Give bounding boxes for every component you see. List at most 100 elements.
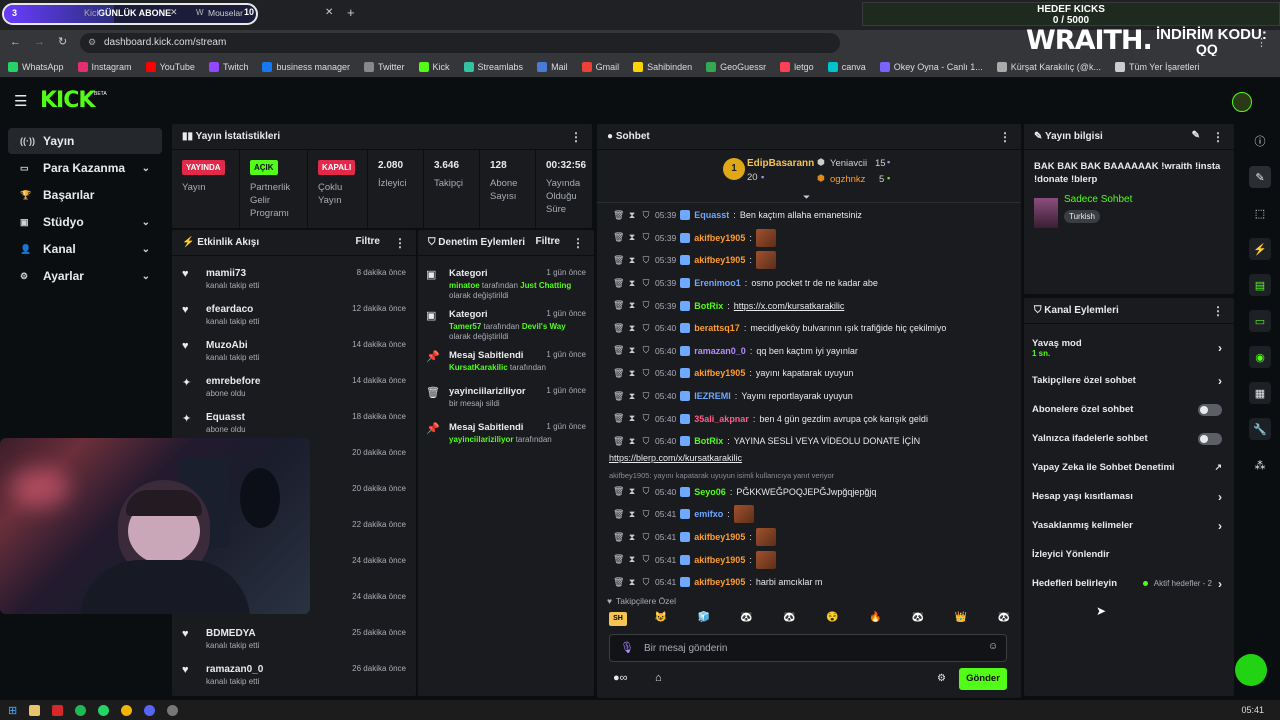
timeout-icon[interactable]: ⧗: [627, 486, 637, 497]
delete-icon[interactable]: 🗑: [613, 300, 624, 311]
chat-username[interactable]: Equasst: [694, 210, 729, 220]
timeout-icon[interactable]: ⧗: [627, 255, 637, 266]
delete-icon[interactable]: 🗑: [613, 509, 624, 520]
timeout-icon[interactable]: ⧗: [627, 436, 637, 447]
emote-button[interactable]: SH: [609, 612, 627, 626]
moderation-target[interactable]: Just Chatting: [520, 281, 571, 290]
emote-button[interactable]: 👑: [952, 612, 970, 626]
emote-button[interactable]: 🐼: [781, 612, 799, 626]
activity-item[interactable]: ♥ BDMEDYA kanalı takip etti 25 dakika önce: [172, 624, 416, 660]
timeout-icon[interactable]: ⧗: [627, 278, 637, 289]
chat-message[interactable]: 🗑 ⧗ ⛉ 05:39 akifbey1905:: [597, 227, 1021, 250]
crop-icon[interactable]: ⬚: [1249, 202, 1271, 224]
bookmark-item[interactable]: Streamlabs: [463, 61, 523, 72]
timeout-icon[interactable]: ⧗: [627, 532, 637, 543]
channel-action-row[interactable]: Yapay Zeka ile Sohbet Denetimi ↗: [1024, 453, 1234, 482]
channel-actions-menu-icon[interactable]: ⋮: [1212, 304, 1224, 318]
edit-icon[interactable]: ✎: [1249, 166, 1271, 188]
activity-menu-icon[interactable]: ⋮: [394, 236, 406, 250]
timeout-icon[interactable]: ⧗: [627, 509, 637, 520]
chevron-right-icon[interactable]: ›: [1218, 490, 1222, 504]
stream-info-menu-icon[interactable]: ⋮: [1212, 130, 1224, 144]
url-field[interactable]: ⚙ dashboard.kick.com/stream: [80, 33, 840, 53]
sidebar-item-2[interactable]: 🏆 Başarılar: [8, 182, 162, 208]
activity-item[interactable]: ♥ ramazan0_0 kanalı takip etti 26 dakika ön…: [172, 660, 416, 696]
emote-button[interactable]: 😺: [652, 612, 670, 626]
document-icon[interactable]: ▤: [1249, 274, 1271, 296]
ban-icon[interactable]: ⛉: [641, 210, 651, 221]
emote-button[interactable]: 🐼: [909, 612, 927, 626]
toggle-switch[interactable]: [1198, 403, 1222, 416]
group-icon[interactable]: ⁂: [1249, 454, 1271, 476]
emote-button[interactable]: 🐼: [995, 612, 1013, 626]
leader-1-name[interactable]: EdipBasarann: [747, 158, 814, 169]
bookmark-item[interactable]: canva: [827, 61, 866, 72]
store-icon[interactable]: ⌂: [655, 672, 662, 684]
leader-2-name[interactable]: Yeniavcii: [830, 158, 867, 169]
points-icon[interactable]: ●∞: [613, 672, 628, 684]
send-button[interactable]: Gönder: [959, 668, 1007, 690]
activity-filter-button[interactable]: Filtre: [356, 236, 380, 250]
chat-username[interactable]: akifbey1905: [694, 255, 745, 265]
moderation-item[interactable]: 🗑 yayinciilariziliyor 1 gün önce bir mesajı…: [418, 382, 594, 418]
close-icon[interactable]: ✕: [325, 7, 333, 18]
bookmark-item[interactable]: Tüm Yer İşaretleri: [1114, 61, 1199, 72]
chat-username[interactable]: berattsq17: [694, 323, 740, 333]
category-link[interactable]: Sadece Sohbet: [1064, 194, 1132, 205]
delete-icon[interactable]: 🗑: [613, 232, 624, 243]
chat-message[interactable]: 🗑 ⧗ ⛉ 05:41 emifxo:: [597, 503, 1021, 526]
ban-icon[interactable]: ⛉: [641, 255, 651, 266]
bookmark-item[interactable]: Kick: [418, 61, 450, 72]
delete-icon[interactable]: 🗑: [613, 577, 624, 588]
moderation-actor[interactable]: yayinciilariziliyor: [449, 435, 513, 444]
timeout-icon[interactable]: ⧗: [627, 577, 637, 588]
moderation-actor[interactable]: minatoe: [449, 281, 480, 290]
bookmark-item[interactable]: Mail: [537, 61, 568, 72]
chat-message[interactable]: 🗑 ⧗ ⛉ 05:41 akifbey1905: harbi amcıklar m: [597, 571, 1021, 594]
ban-icon[interactable]: ⛉: [641, 345, 651, 356]
bookmark-item[interactable]: Kürşat Karakılıç (@k...: [996, 61, 1101, 72]
ban-icon[interactable]: ⛉: [641, 577, 651, 588]
chat-username[interactable]: 35ali_akpnar: [694, 414, 749, 424]
folder-icon[interactable]: [29, 704, 41, 716]
chevron-right-icon[interactable]: ›: [1218, 341, 1222, 355]
delete-icon[interactable]: 🗑: [613, 278, 624, 289]
emoji-icon[interactable]: ☺: [988, 641, 998, 652]
chat-username[interactable]: akifbey1905: [694, 577, 745, 587]
chat-username[interactable]: emifxo: [694, 509, 723, 519]
wrench-icon[interactable]: 🔧: [1249, 418, 1271, 440]
tab-kick-label[interactable]: Kick: [84, 8, 101, 18]
ban-icon[interactable]: ⛉: [641, 532, 651, 543]
channel-action-row[interactable]: Takipçilere özel sohbet ›: [1024, 366, 1234, 395]
language-tag[interactable]: Turkish: [1064, 210, 1100, 223]
channel-action-row[interactable]: İzleyici Yönlendir: [1024, 540, 1234, 569]
external-link-icon[interactable]: ↗: [1214, 462, 1222, 473]
timeout-icon[interactable]: ⧗: [627, 391, 637, 402]
spotify-icon[interactable]: [75, 704, 87, 716]
chevron-right-icon[interactable]: ›: [1218, 577, 1222, 591]
ban-icon[interactable]: ⛉: [641, 413, 651, 424]
chat-message[interactable]: 🗑 ⧗ ⛉ 05:41 akifbey1905:: [597, 548, 1021, 571]
chat-username[interactable]: ramazan0_0: [694, 346, 746, 356]
channel-action-row[interactable]: Hedefleri belirleyin Aktif hedefler - 2 ›: [1024, 569, 1234, 598]
discord-icon[interactable]: [144, 704, 156, 716]
chat-message[interactable]: 🗑 ⧗ ⛉ 05:40 BotRix: YAYINA SESLİ VEYA VİDEOLU…: [597, 430, 1021, 453]
settings-icon[interactable]: ⚙: [937, 673, 946, 684]
reload-icon[interactable]: ↻: [58, 35, 67, 48]
timeout-icon[interactable]: ⧗: [627, 554, 637, 565]
botrix-link[interactable]: https://blerp.com/x/kursatkarakilic: [597, 453, 1021, 467]
new-tab-icon[interactable]: +: [347, 5, 355, 20]
delete-icon[interactable]: 🗑: [613, 486, 624, 497]
timeout-icon[interactable]: ⧗: [627, 210, 637, 221]
chat-message[interactable]: 🗑 ⧗ ⛉ 05:40 akifbey1905: yayını kapatarak uyu…: [597, 362, 1021, 385]
emote-button[interactable]: 🔥: [866, 612, 884, 626]
delete-icon[interactable]: 🗑: [613, 368, 624, 379]
delete-icon[interactable]: 🗑: [613, 532, 624, 543]
bookmark-item[interactable]: GeoGuessr: [706, 61, 766, 72]
edit-icon[interactable]: ✎: [1192, 130, 1200, 144]
delete-icon[interactable]: 🗑: [613, 255, 624, 266]
bookmark-item[interactable]: YouTube: [145, 61, 195, 72]
delete-icon[interactable]: 🗑: [613, 323, 624, 334]
chevron-right-icon[interactable]: ›: [1218, 519, 1222, 533]
bookmark-item[interactable]: Twitter: [364, 61, 405, 72]
